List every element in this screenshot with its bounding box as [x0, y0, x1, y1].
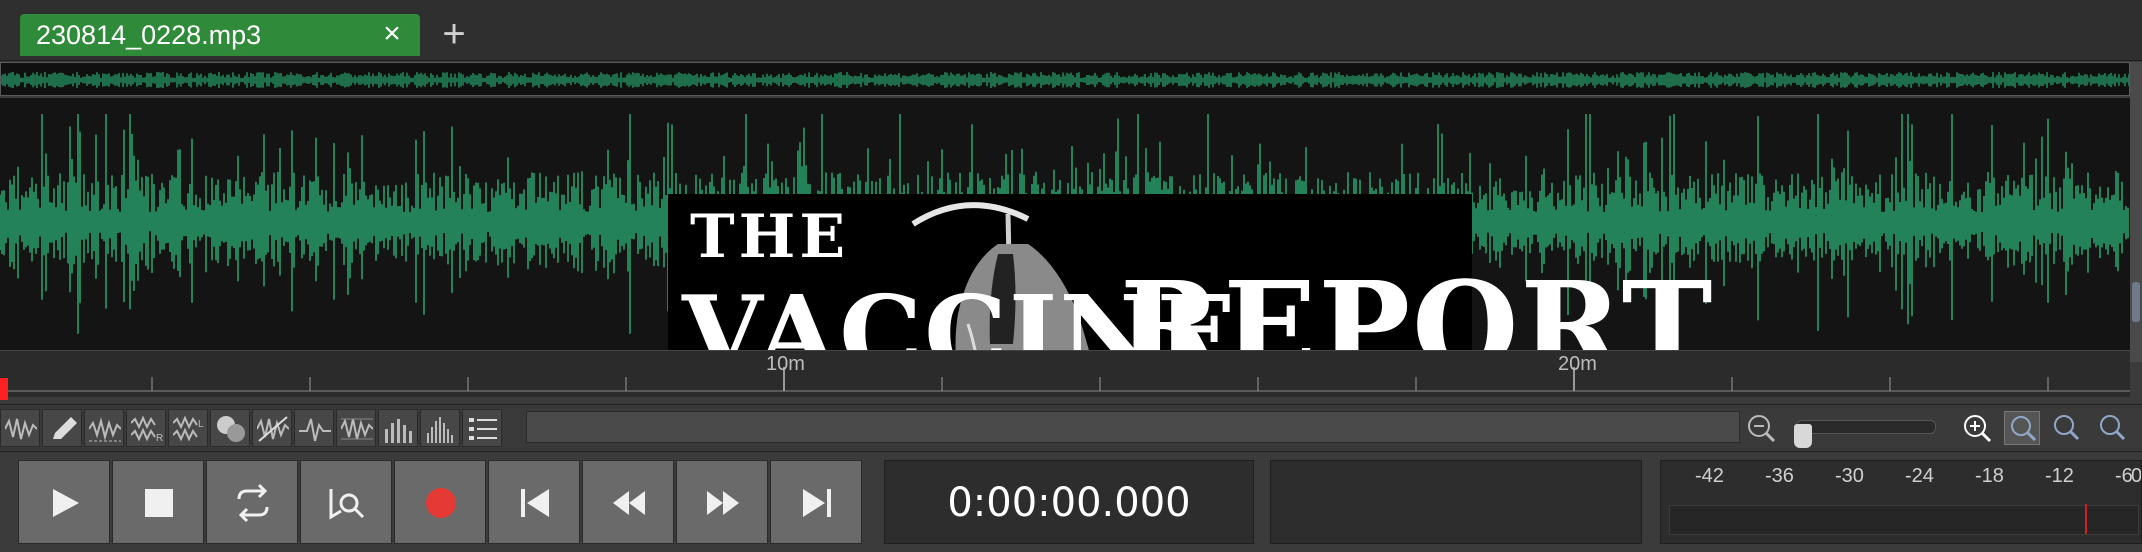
zoom-selection-icon[interactable]: [2048, 411, 2084, 445]
record-icon: [426, 488, 456, 518]
close-icon[interactable]: ×: [380, 14, 404, 56]
level-meter: -42 -36 -30 -24 -18 -12 -6 0: [1660, 460, 2142, 544]
svg-text:R: R: [156, 433, 163, 443]
meter-peak-indicator: [2085, 504, 2087, 534]
meter-bar: [1669, 505, 2139, 535]
wave-grid-icon[interactable]: [336, 409, 376, 447]
loop-icon: [237, 483, 269, 523]
banner-report-text: REPORT: [1120, 254, 1715, 350]
skip-start-icon: [521, 489, 549, 517]
file-tab[interactable]: 230814_0228.mp3 ×: [20, 14, 420, 56]
scrub-icon: [329, 489, 365, 520]
time-display: 0:00:00.000: [884, 460, 1254, 544]
toolbar-spacer: [526, 411, 1740, 443]
skip-end-icon: [803, 489, 831, 517]
rewind-icon: [613, 491, 645, 515]
zoom-fit-icon[interactable]: [2004, 411, 2040, 445]
ruler-label-20m: 20m: [1558, 353, 1597, 375]
lr-circles-icon[interactable]: [210, 409, 250, 447]
stop-button[interactable]: [112, 460, 204, 544]
wave-cross-icon[interactable]: [252, 409, 292, 447]
record-button[interactable]: [394, 460, 486, 544]
file-tab-label: 230814_0228.mp3: [36, 20, 262, 50]
overview-waveform[interactable]: [0, 62, 2130, 96]
meter-label: -30: [1835, 465, 1864, 487]
zoom-slider-thumb[interactable]: [1794, 424, 1812, 448]
zoom-slider-track[interactable]: [1796, 420, 1936, 434]
zoom-all-icon[interactable]: [2094, 411, 2130, 445]
stop-icon: [145, 489, 173, 517]
wave-select-icon[interactable]: [84, 409, 124, 447]
ruler-label-10m: 10m: [766, 353, 805, 375]
pencil-icon[interactable]: [42, 409, 82, 447]
playhead-marker[interactable]: [0, 378, 8, 400]
timeline-ruler[interactable]: 10m 20m: [0, 350, 2130, 397]
overview-waveform-graphic: [1, 72, 2129, 88]
svg-text:L: L: [198, 419, 204, 430]
add-tab-button[interactable]: +: [436, 14, 472, 56]
main-waveform[interactable]: THE VACCINE REPORT: [0, 98, 2130, 350]
meter-label: -12: [2045, 465, 2074, 487]
pulse-icon[interactable]: [294, 409, 334, 447]
rewind-button[interactable]: [582, 460, 674, 544]
scrub-button[interactable]: [300, 460, 392, 544]
waveform-view-icon[interactable]: [0, 409, 40, 447]
wave-lr-icon[interactable]: R: [126, 409, 166, 447]
banner-the-text: THE: [690, 202, 850, 272]
bars-icon[interactable]: [420, 409, 460, 447]
skip-start-button[interactable]: [488, 460, 580, 544]
spectrum-icon[interactable]: [378, 409, 418, 447]
meter-label: -36: [1765, 465, 1794, 487]
meter-label: 0: [2131, 465, 2142, 487]
meter-label: -24: [1905, 465, 1934, 487]
info-display: [1270, 460, 1642, 544]
scrollbar-thumb[interactable]: [2132, 282, 2140, 322]
overview-trace: [1, 72, 2129, 88]
tab-bar: 230814_0228.mp3 × +: [0, 0, 2142, 61]
zoom-out-icon[interactable]: [1744, 411, 1780, 445]
play-icon: [53, 489, 79, 517]
vertical-scrollbar[interactable]: [2130, 62, 2142, 362]
skip-end-button[interactable]: [770, 460, 862, 544]
meter-label: -18: [1975, 465, 2004, 487]
wave-lr2-icon[interactable]: L: [168, 409, 208, 447]
play-button[interactable]: [18, 460, 110, 544]
meter-label: -42: [1695, 465, 1724, 487]
ruler-ticks: [0, 367, 2130, 392]
loop-button[interactable]: [206, 460, 298, 544]
fast-forward-icon: [707, 491, 739, 515]
zoom-in-icon[interactable]: [1960, 411, 1996, 445]
fast-forward-button[interactable]: [676, 460, 768, 544]
list-icon[interactable]: [462, 409, 502, 447]
cover-art-banner: THE VACCINE REPORT: [668, 194, 1712, 350]
